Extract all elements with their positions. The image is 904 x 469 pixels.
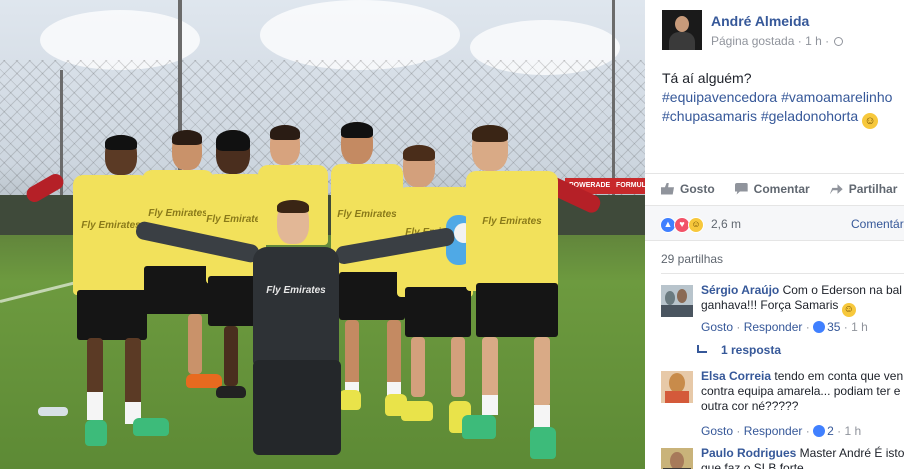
share-icon [829,184,843,195]
meta-separator: · [821,34,833,48]
commenter-name[interactable]: Sérgio Araújo [701,283,779,297]
post-photo[interactable]: POWERADE FORMUL Fly Emirates Fly Emirate… [0,0,645,469]
post-panel: André Almeida Página gostada · 1 h · Tá … [645,0,904,469]
view-replies-link[interactable]: 1 resposta [697,343,781,357]
share-label: Partilhar [848,181,898,196]
commenter-avatar[interactable] [661,371,693,403]
dot-separator: · [802,320,814,334]
smile-emoji-icon: ☺ [841,303,856,317]
hashtag-link[interactable]: #equipavencedora [662,89,777,105]
post-message: Tá aí alguém? #equipavencedora #vamoamar… [662,69,904,129]
gk-sponsor: Fly Emirates [266,285,326,296]
message-text: Tá aí alguém? [662,70,752,86]
laughing-emoji-icon: ☺ [862,113,879,129]
commenter-name[interactable]: Elsa Correia [701,369,771,383]
commenter-avatar[interactable] [661,448,693,469]
comment-button[interactable]: Comentar [734,181,810,196]
bib-sponsor: Fly Emirates [482,216,542,227]
comment-text: Sérgio Araújo Com o Ederson na bal ganha… [701,283,904,317]
hashtag-link[interactable]: #geladonohorta [761,108,858,124]
comment-reply-link[interactable]: Responder [744,424,803,438]
thumbs-up-icon [661,182,674,195]
comment-text: Elsa Correia tendo em conta que ven cont… [701,369,904,414]
dot-separator: · [833,424,845,438]
comment-like-link[interactable]: Gosto [701,320,733,334]
comment-like-count[interactable]: 2 [827,424,834,438]
share-button[interactable]: Partilhar [829,181,898,196]
comment-like-count[interactable]: 35 [827,320,840,334]
globe-icon[interactable] [834,37,844,46]
reply-arrow-icon [697,345,707,353]
like-icon [813,321,826,333]
post-time[interactable]: 1 h [805,34,822,48]
dot-separator: · [802,424,814,438]
comment-actions: Gosto · Responder · 35 · 1 h [701,320,868,334]
page-liked-label: Página gostada [711,34,795,48]
comment-reply-link[interactable]: Responder [744,320,803,334]
comments-count-link[interactable]: Comentár [851,217,904,231]
reaction-count[interactable]: 2,6 m [711,217,741,231]
comment-actions: Gosto · Responder · 2 · 1 h [701,424,861,438]
light-pole [612,0,615,200]
replies-label: 1 resposta [721,343,782,357]
comment-time[interactable]: 1 h [851,320,868,334]
dot-separator: · [733,320,744,334]
shares-count[interactable]: 29 partilhas [661,252,723,266]
post-actions: Gosto Comentar Partilhar [645,173,904,203]
hashtag-link[interactable]: #chupasamaris [662,108,757,124]
meta-separator: · [794,34,806,48]
author-avatar[interactable] [662,10,702,50]
divider [661,273,904,274]
author-name[interactable]: André Almeida [711,13,809,29]
commenter-name[interactable]: Paulo Rodrigues [701,446,796,460]
dot-separator: · [840,320,852,334]
comment-like-link[interactable]: Gosto [701,424,733,438]
comment-label: Comentar [753,181,810,196]
hashtag-link[interactable]: #vamoamarelinho [781,89,892,105]
like-button[interactable]: Gosto [661,182,715,196]
post-meta: Página gostada · 1 h · [711,34,844,48]
comment-time[interactable]: 1 h [844,424,861,438]
comment-icon [734,182,748,195]
player: Fly Emirates [460,125,610,465]
commenter-avatar[interactable] [661,285,693,317]
goalkeeper: Fly Emirates [134,195,475,465]
haha-reaction-icon[interactable]: ☺ [688,217,704,233]
like-label: Gosto [680,181,715,196]
dot-separator: · [733,424,744,438]
reactions-bar: ▲ ♥ ☺ 2,6 m Comentár [645,205,904,241]
ad-board: FORMUL [612,178,645,194]
comment-text: Paulo Rodrigues Master André É isto que … [701,446,904,469]
like-icon [813,425,826,437]
